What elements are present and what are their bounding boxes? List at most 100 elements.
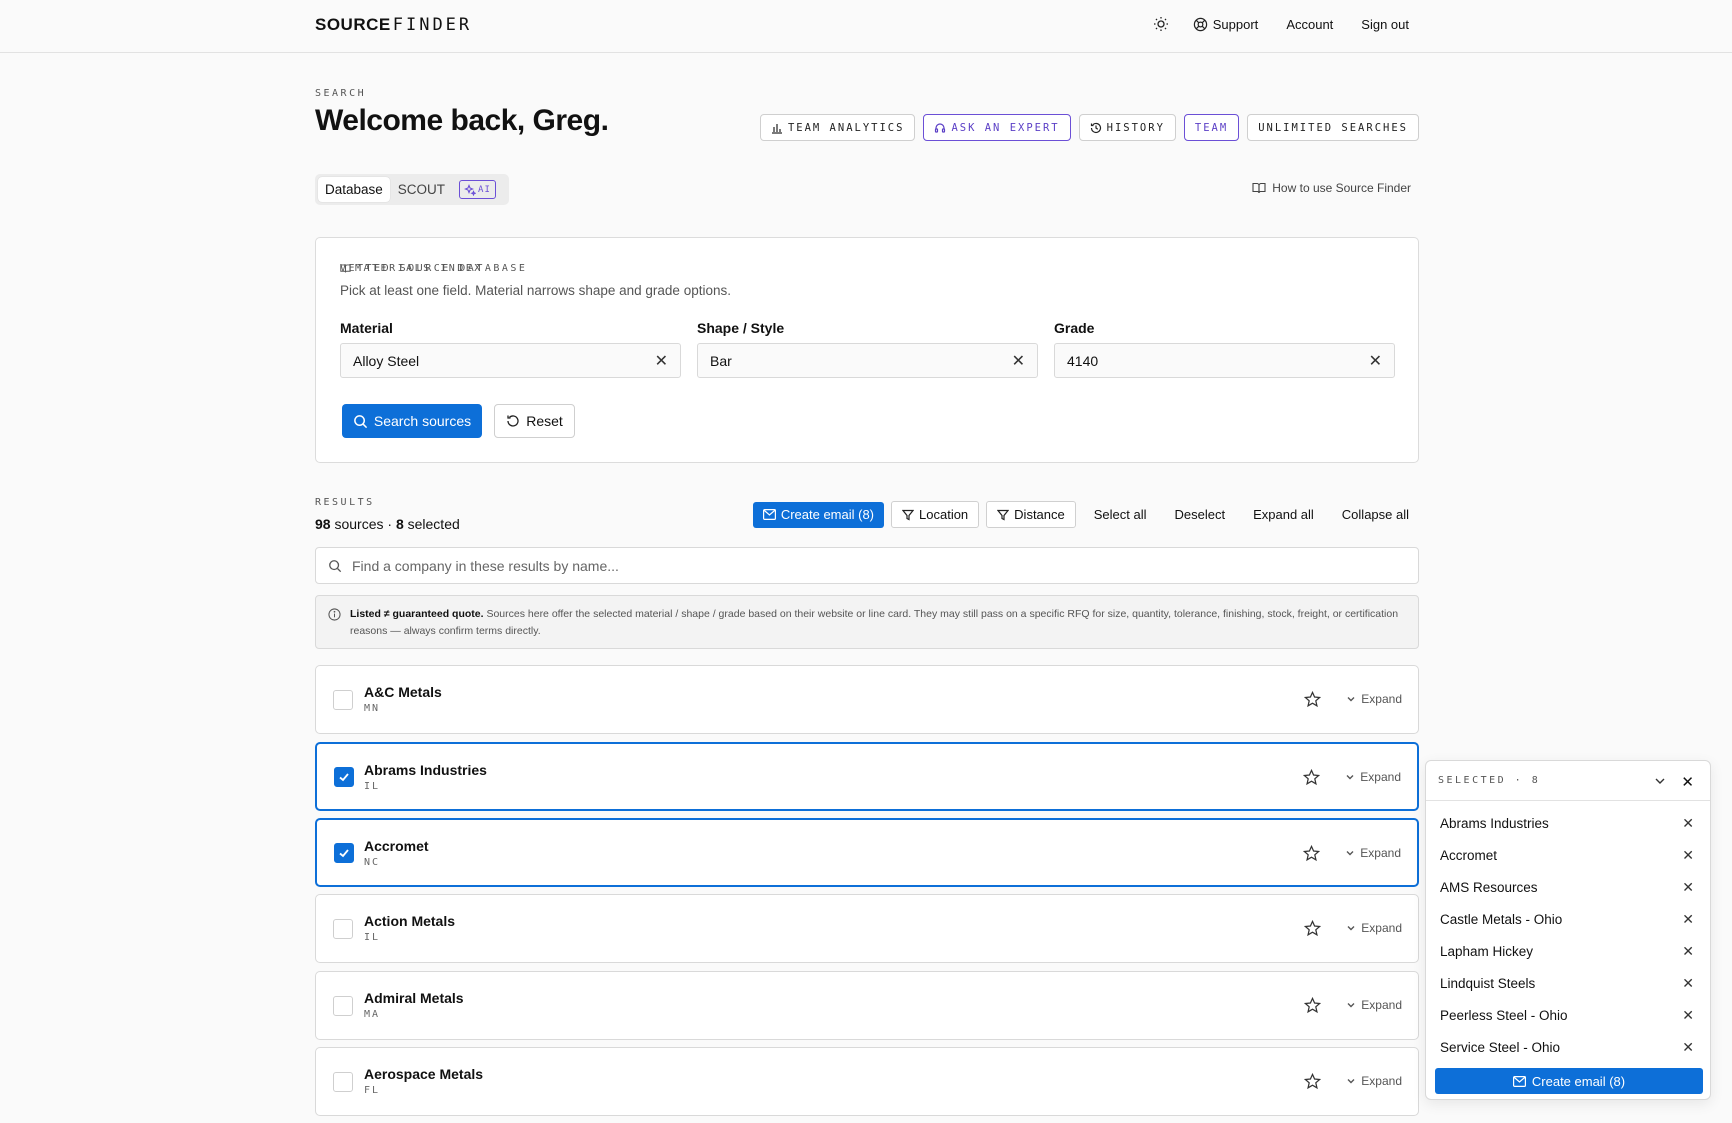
expand-button[interactable]: Expand xyxy=(1345,846,1401,860)
selected-item-name: Lapham Hickey xyxy=(1440,943,1534,959)
location-filter-button[interactable]: Location xyxy=(891,501,980,528)
selected-create-email-button[interactable]: Create email (8) xyxy=(1435,1068,1703,1094)
clear-grade-icon[interactable]: ✕ xyxy=(1369,351,1382,371)
clear-material-icon[interactable]: ✕ xyxy=(655,351,668,371)
shape-input[interactable]: Bar ✕ xyxy=(697,343,1038,378)
ask-expert-button[interactable]: ASK AN EXPERT xyxy=(923,114,1071,141)
location-label: Location xyxy=(919,507,969,522)
reset-label: Reset xyxy=(526,413,563,429)
remove-selected-icon[interactable]: ✕ xyxy=(1682,1007,1694,1024)
materials-index-link[interactable]: MATERIALS INDEX xyxy=(340,263,1394,274)
ai-badge[interactable]: AI xyxy=(459,180,496,199)
star-icon[interactable] xyxy=(1304,1073,1321,1090)
team-badge[interactable]: TEAM xyxy=(1183,114,1240,141)
expand-button[interactable]: Expand xyxy=(1346,921,1402,935)
brand-logo[interactable]: SOURCE FINDER xyxy=(315,15,472,35)
result-row[interactable]: Accromet NC Expand xyxy=(315,818,1419,887)
remove-selected-icon[interactable]: ✕ xyxy=(1682,815,1694,832)
result-row[interactable]: Aerospace Metals FL Expand xyxy=(315,1047,1419,1116)
page-title: Welcome back, Greg. xyxy=(315,104,609,137)
company-search-input[interactable]: Find a company in these results by name.… xyxy=(315,547,1419,584)
grade-input[interactable]: 4140 ✕ xyxy=(1054,343,1395,378)
notice-text: Sources here offer the selected material… xyxy=(350,608,1399,637)
star-icon[interactable] xyxy=(1303,769,1320,786)
ask-expert-label: ASK AN EXPERT xyxy=(951,121,1060,134)
star-icon[interactable] xyxy=(1304,997,1321,1014)
team-analytics-label: TEAM ANALYTICS xyxy=(787,121,905,134)
expand-button[interactable]: Expand xyxy=(1346,692,1402,706)
chevron-down-icon xyxy=(1346,775,1354,780)
history-button[interactable]: HISTORY xyxy=(1078,114,1176,141)
expand-all-button[interactable]: Expand all xyxy=(1253,507,1314,522)
result-row[interactable]: Admiral Metals MA Expand xyxy=(315,971,1419,1040)
close-icon[interactable]: ✕ xyxy=(1681,773,1694,791)
remove-selected-icon[interactable]: ✕ xyxy=(1682,911,1694,928)
remove-selected-icon[interactable]: ✕ xyxy=(1682,1039,1694,1056)
company-state: MA xyxy=(364,1009,381,1020)
results-count: 98 sources · 8 selected xyxy=(315,516,460,532)
remove-selected-icon[interactable]: ✕ xyxy=(1682,847,1694,864)
deselect-button[interactable]: Deselect xyxy=(1175,507,1226,522)
support-link[interactable]: Support xyxy=(1193,16,1259,32)
account-link[interactable]: Account xyxy=(1286,17,1333,32)
how-to-label: How to use Source Finder xyxy=(1272,181,1411,195)
row-checkbox[interactable] xyxy=(333,690,353,710)
company-state: MN xyxy=(364,703,381,714)
unlimited-searches-badge: UNLIMITED SEARCHES xyxy=(1247,114,1419,141)
headset-icon xyxy=(935,122,946,133)
company-name: Accromet xyxy=(364,838,429,854)
star-icon[interactable] xyxy=(1304,691,1321,708)
remove-selected-icon[interactable]: ✕ xyxy=(1682,879,1694,896)
row-checkbox[interactable] xyxy=(334,767,354,787)
distance-filter-button[interactable]: Distance xyxy=(986,501,1076,528)
selected-item-name: Lindquist Steels xyxy=(1440,975,1536,991)
theme-toggle-icon[interactable] xyxy=(1153,16,1169,32)
results-eyebrow: RESULTS xyxy=(315,497,375,508)
expand-label: Expand xyxy=(1361,921,1402,935)
expand-button[interactable]: Expand xyxy=(1345,770,1401,784)
tab-scout[interactable]: SCOUT xyxy=(398,182,445,197)
collapse-all-button[interactable]: Collapse all xyxy=(1342,507,1409,522)
expand-label: Expand xyxy=(1360,846,1401,860)
team-analytics-button[interactable]: TEAM ANALYTICS xyxy=(759,114,916,141)
selected-item-name: AMS Resources xyxy=(1440,879,1538,895)
how-to-link[interactable]: How to use Source Finder xyxy=(1252,181,1411,195)
signout-link[interactable]: Sign out xyxy=(1361,17,1409,32)
selected-create-email-label: Create email (8) xyxy=(1531,1073,1626,1089)
star-icon[interactable] xyxy=(1304,920,1321,937)
search-sources-button[interactable]: Search sources xyxy=(342,404,482,438)
expand-button[interactable]: Expand xyxy=(1346,1074,1402,1088)
company-name: Action Metals xyxy=(364,913,456,929)
create-email-button[interactable]: Create email (8) xyxy=(752,501,885,528)
row-checkbox[interactable] xyxy=(333,1072,353,1092)
support-label: Support xyxy=(1212,16,1259,32)
history-label: HISTORY xyxy=(1106,121,1165,134)
tab-database[interactable]: Database xyxy=(318,177,390,202)
reset-button[interactable]: Reset xyxy=(494,404,575,438)
quote-notice: Listed ≠ guaranteed quote. Sources here … xyxy=(315,595,1419,649)
chevron-down-icon xyxy=(1346,851,1354,856)
selected-item-name: Peerless Steel - Ohio xyxy=(1440,1007,1568,1023)
result-row[interactable]: A&C Metals MN Expand xyxy=(315,665,1419,734)
expand-label: Expand xyxy=(1360,770,1401,784)
result-row[interactable]: Action Metals IL Expand xyxy=(315,894,1419,963)
chevron-down-icon[interactable] xyxy=(1653,774,1667,788)
remove-selected-icon[interactable]: ✕ xyxy=(1682,975,1694,992)
row-checkbox[interactable] xyxy=(334,843,354,863)
notice-bold: Listed ≠ guaranteed quote. xyxy=(350,608,484,620)
selected-panel-title: SELECTED · 8 xyxy=(1438,775,1541,786)
material-input[interactable]: Alloy Steel ✕ xyxy=(340,343,681,378)
company-state: FL xyxy=(364,1085,381,1096)
star-icon[interactable] xyxy=(1303,845,1320,862)
result-row[interactable]: Abrams Industries IL Expand xyxy=(315,742,1419,811)
select-all-button[interactable]: Select all xyxy=(1094,507,1147,522)
clear-shape-icon[interactable]: ✕ xyxy=(1012,351,1025,371)
remove-selected-icon[interactable]: ✕ xyxy=(1682,943,1694,960)
expand-button[interactable]: Expand xyxy=(1346,998,1402,1012)
bar-chart-icon xyxy=(771,123,782,134)
shape-field: Shape / Style Bar ✕ xyxy=(697,320,1038,378)
top-bar: SOURCE FINDER Support Account Sign out xyxy=(0,0,1732,53)
row-checkbox[interactable] xyxy=(333,996,353,1016)
row-checkbox[interactable] xyxy=(333,919,353,939)
material-label: Material xyxy=(340,320,393,336)
